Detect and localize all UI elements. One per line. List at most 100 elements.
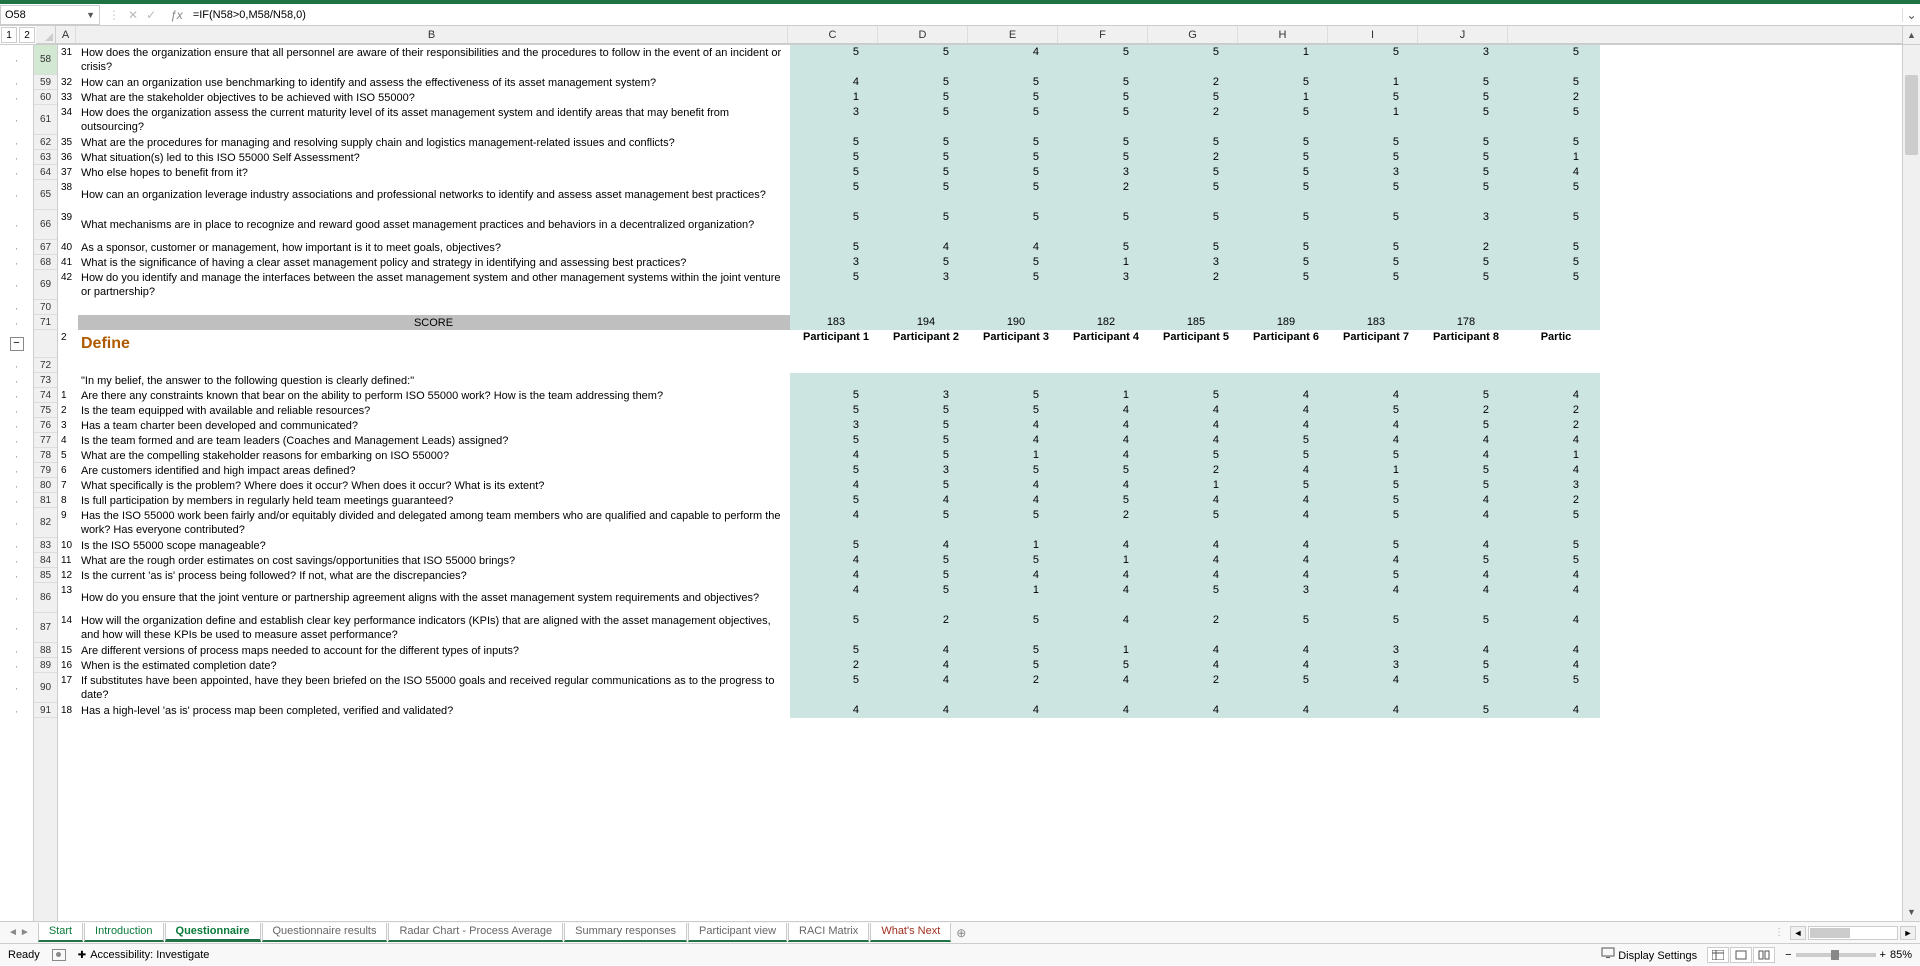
data-cell[interactable]: 2 xyxy=(1510,493,1600,508)
view-page-break-icon[interactable] xyxy=(1753,947,1775,963)
data-cell[interactable]: 5 xyxy=(970,613,1060,643)
vertical-scrollbar[interactable]: ▼ xyxy=(1902,45,1920,921)
data-cell[interactable]: 5 xyxy=(1330,493,1420,508)
data-cell[interactable]: 5 xyxy=(970,75,1060,90)
column-header-E[interactable]: E xyxy=(968,26,1058,43)
data-cell[interactable]: 5 xyxy=(1330,135,1420,150)
data-cell[interactable]: 1 xyxy=(790,90,880,105)
data-cell[interactable]: 4 xyxy=(970,433,1060,448)
accessibility-status[interactable]: Accessibility: Investigate xyxy=(78,949,210,961)
column-header-D[interactable]: D xyxy=(878,26,968,43)
data-cell[interactable]: 1 xyxy=(1060,643,1150,658)
expand-formula-bar-icon[interactable]: ⌄ xyxy=(1902,8,1920,22)
data-cell[interactable]: 5 xyxy=(1510,538,1600,553)
data-cell[interactable]: 4 xyxy=(970,240,1060,255)
data-cell[interactable]: 5 xyxy=(1420,165,1510,180)
data-cell[interactable]: 3 xyxy=(1060,270,1150,300)
data-cell[interactable]: 5 xyxy=(1510,270,1600,300)
sheet-tab[interactable]: Summary responses xyxy=(564,923,687,942)
row-header[interactable]: 88 xyxy=(34,643,57,658)
data-cell[interactable]: 4 xyxy=(1150,643,1240,658)
row-header[interactable]: 78 xyxy=(34,448,57,463)
row-header[interactable]: 75 xyxy=(34,403,57,418)
row-header[interactable]: 64 xyxy=(34,165,57,180)
data-cell[interactable]: 5 xyxy=(1510,240,1600,255)
data-cell[interactable]: 4 xyxy=(1420,538,1510,553)
column-header-I[interactable]: I xyxy=(1328,26,1418,43)
data-cell[interactable]: 5 xyxy=(880,568,970,583)
data-cell[interactable]: 5 xyxy=(1510,255,1600,270)
row-header[interactable]: 63 xyxy=(34,150,57,165)
data-cell[interactable]: 3 xyxy=(1330,643,1420,658)
data-cell[interactable]: 5 xyxy=(970,105,1060,135)
data-cell[interactable]: 4 xyxy=(1330,673,1420,703)
data-cell[interactable]: 5 xyxy=(790,433,880,448)
data-cell[interactable]: 4 xyxy=(1510,433,1600,448)
zoom-in-icon[interactable]: + xyxy=(1880,949,1886,961)
index-cell[interactable]: 18 xyxy=(58,703,78,718)
question-cell[interactable]: Are different versions of process maps n… xyxy=(78,643,790,658)
data-cell[interactable]: 3 xyxy=(1420,210,1510,240)
row-header[interactable]: 80 xyxy=(34,478,57,493)
data-cell[interactable]: 2 xyxy=(1150,673,1240,703)
data-cell[interactable]: 4 xyxy=(790,568,880,583)
data-cell[interactable]: 1 xyxy=(1240,45,1330,75)
data-cell[interactable]: 5 xyxy=(790,165,880,180)
data-cell[interactable]: 5 xyxy=(1330,45,1420,75)
question-cell[interactable]: How does the organization ensure that al… xyxy=(78,45,790,75)
data-cell[interactable]: 5 xyxy=(790,493,880,508)
data-cell[interactable]: 5 xyxy=(790,180,880,210)
data-cell[interactable]: 5 xyxy=(1420,478,1510,493)
data-cell[interactable]: 5 xyxy=(880,150,970,165)
data-cell[interactable]: 5 xyxy=(970,643,1060,658)
data-cell[interactable]: 5 xyxy=(1240,165,1330,180)
data-cell[interactable]: 5 xyxy=(1240,75,1330,90)
index-cell[interactable]: 36 xyxy=(58,150,78,165)
row-header[interactable]: 69 xyxy=(34,270,57,300)
index-cell[interactable]: 7 xyxy=(58,478,78,493)
name-box-dropdown-icon[interactable]: ▼ xyxy=(86,10,95,20)
index-cell[interactable]: 8 xyxy=(58,493,78,508)
data-cell[interactable]: 2 xyxy=(1420,403,1510,418)
select-all-button[interactable] xyxy=(36,26,56,44)
data-cell[interactable]: 3 xyxy=(1240,583,1330,613)
data-cell[interactable]: 5 xyxy=(1420,418,1510,433)
data-cell[interactable]: 4 xyxy=(1150,433,1240,448)
row-header[interactable]: 89 xyxy=(34,658,57,673)
row-header[interactable]: 82 xyxy=(34,508,57,538)
data-cell[interactable]: 4 xyxy=(1060,673,1150,703)
row-header[interactable]: 83 xyxy=(34,538,57,553)
data-cell[interactable]: 3 xyxy=(880,463,970,478)
data-cell[interactable]: 4 xyxy=(1240,403,1330,418)
data-cell[interactable]: 5 xyxy=(1150,508,1240,538)
data-cell[interactable]: 5 xyxy=(1240,433,1330,448)
data-cell[interactable]: 4 xyxy=(1330,388,1420,403)
data-cell[interactable]: 4 xyxy=(1510,165,1600,180)
index-cell[interactable]: 3 xyxy=(58,418,78,433)
data-cell[interactable]: 4 xyxy=(1510,613,1600,643)
data-cell[interactable]: 1 xyxy=(1240,90,1330,105)
question-cell[interactable]: What are the procedures for managing and… xyxy=(78,135,790,150)
data-cell[interactable]: 5 xyxy=(1150,90,1240,105)
data-cell[interactable]: 5 xyxy=(880,135,970,150)
question-cell[interactable]: When is the estimated completion date? xyxy=(78,658,790,673)
data-cell[interactable]: 5 xyxy=(970,658,1060,673)
data-cell[interactable]: 2 xyxy=(1150,105,1240,135)
question-cell[interactable]: What are the compelling stakeholder reas… xyxy=(78,448,790,463)
data-cell[interactable]: 4 xyxy=(790,553,880,568)
data-cell[interactable]: 5 xyxy=(970,388,1060,403)
data-cell[interactable]: 5 xyxy=(970,135,1060,150)
data-cell[interactable]: 1 xyxy=(1330,105,1420,135)
data-cell[interactable]: 1 xyxy=(1150,478,1240,493)
data-cell[interactable]: 3 xyxy=(1420,45,1510,75)
data-cell[interactable]: 5 xyxy=(1420,270,1510,300)
question-cell[interactable]: Has a team charter been developed and co… xyxy=(78,418,790,433)
data-cell[interactable]: 5 xyxy=(880,165,970,180)
data-cell[interactable]: 1 xyxy=(1060,553,1150,568)
data-cell[interactable]: 4 xyxy=(1330,553,1420,568)
data-cell[interactable]: 5 xyxy=(1060,240,1150,255)
row-header[interactable]: 71 xyxy=(34,315,57,330)
data-cell[interactable]: 5 xyxy=(1330,538,1420,553)
data-cell[interactable]: 5 xyxy=(790,463,880,478)
data-cell[interactable]: 5 xyxy=(1330,150,1420,165)
